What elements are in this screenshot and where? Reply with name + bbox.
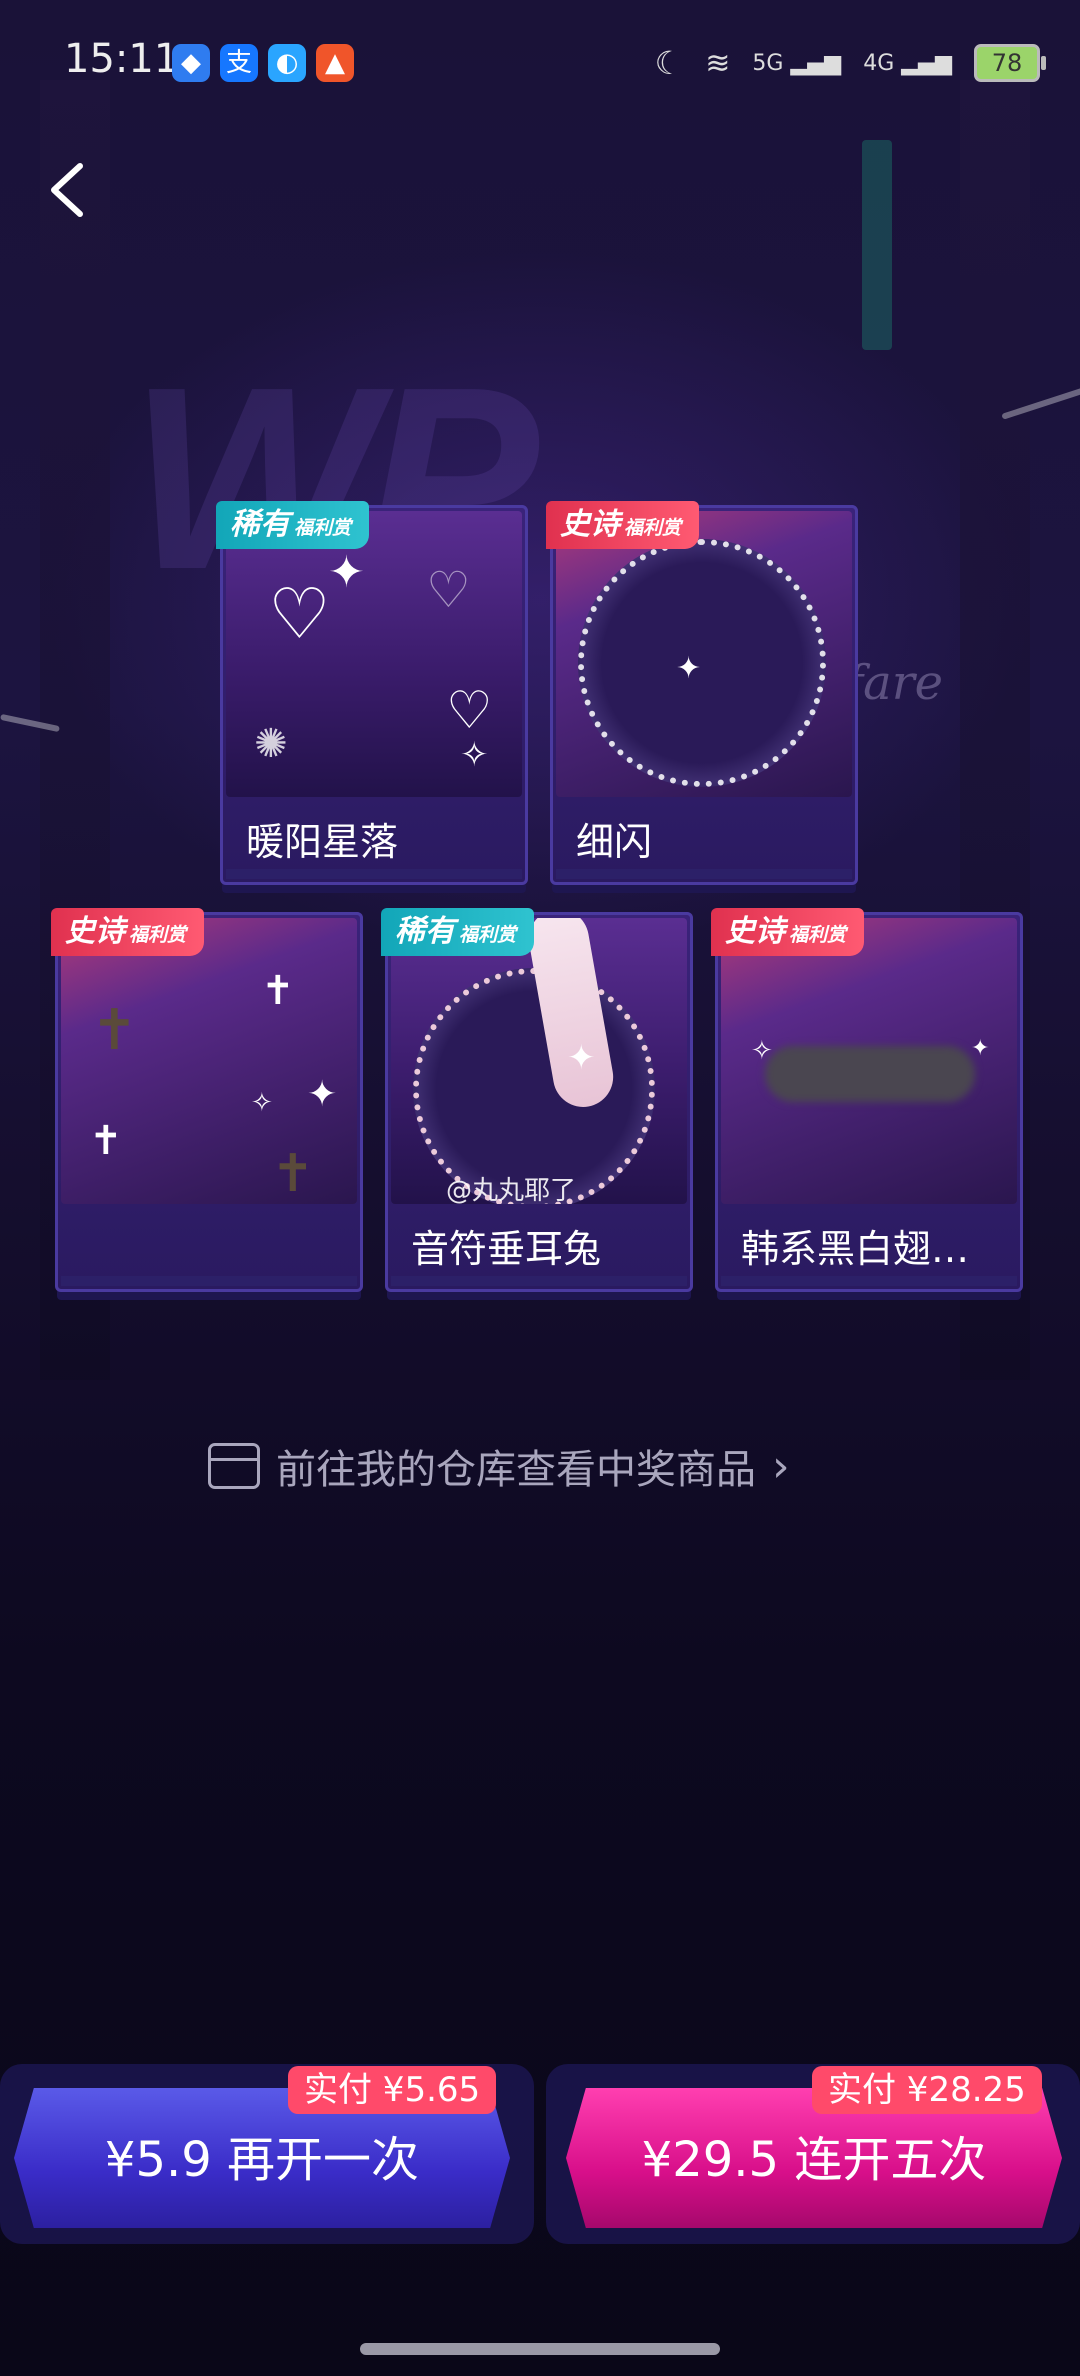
signal-4g: 4G ▂▄▆ <box>863 50 952 76</box>
star-sparkle-icon: ✦ <box>567 1038 596 1078</box>
prize-name: 细闪 <box>576 820 653 864</box>
prize-card[interactable]: ✝ ✝ ✝ ✝ ✦ ✧ 史诗 福利赏 <box>51 908 363 1292</box>
star-sparkle-icon: ✦ <box>676 651 702 686</box>
watermark: @丸丸耶了 <box>446 1176 577 1206</box>
star-sparkle-icon: ✦ <box>328 547 365 598</box>
star-sparkle-icon: ✧ <box>460 735 489 775</box>
heart-sparkle-icon: ♡ <box>268 573 331 655</box>
prize-card[interactable]: ♡ ✦ ♡ ♡ ✺ ✧ 稀有 福利赏 暖阳星落 <box>216 501 528 885</box>
prize-image: ✦ <box>391 918 687 1204</box>
blurred-prize <box>765 1046 975 1102</box>
moon-icon: ☾ <box>654 44 684 82</box>
star-sparkle-icon: ✦ <box>971 1036 990 1061</box>
warehouse-link[interactable]: 前往我的仓库查看中奖商品 › <box>208 1436 790 1496</box>
prize-card[interactable]: ✦ 稀有 福利赏 音符垂耳兔 <box>381 908 693 1292</box>
prize-image: ✧ ✦ <box>721 918 1017 1204</box>
prize-name: 音符垂耳兔 <box>411 1227 602 1271</box>
heart-sparkle-icon: ♡ <box>426 561 471 619</box>
rarity-tag: 稀有 福利赏 <box>216 501 370 549</box>
home-indicator[interactable] <box>360 2343 720 2355</box>
back-arrow-icon[interactable] <box>40 160 100 220</box>
prize-image: ✦ <box>556 511 852 797</box>
battery-indicator: 78 <box>974 44 1046 82</box>
rarity-tag: 稀有 福利赏 <box>381 908 535 956</box>
app-notification-icon: ◐ <box>268 44 306 82</box>
chevron-right-icon: › <box>772 1440 790 1492</box>
status-time: 15:11 <box>64 36 180 82</box>
rarity-tag: 史诗 福利赏 <box>546 501 700 549</box>
star-sparkle-icon: ✦ <box>307 1074 338 1115</box>
bunny-ring-icon <box>413 968 655 1204</box>
alipay-icon: 支 <box>220 44 258 82</box>
prize-card[interactable]: ✧ ✦ 史诗 福利赏 韩系黑白翅… <box>711 908 1023 1292</box>
neon-sign <box>862 140 892 350</box>
rarity-tag: 史诗 福利赏 <box>711 908 865 956</box>
burst-sparkle-icon: ✺ <box>254 721 288 767</box>
prize-image: ✝ ✝ ✝ ✝ ✦ ✧ <box>61 918 357 1204</box>
prize-card[interactable]: ✦ 史诗 福利赏 细闪 <box>546 501 858 885</box>
cross-icon: ✝ <box>271 1144 315 1204</box>
orb-sparkle-icon <box>578 539 826 787</box>
signal-5g: 5G ▂▄▆ <box>752 50 842 76</box>
heart-sparkle-icon: ♡ <box>446 681 493 741</box>
app-notification-icon: ◆ <box>172 44 210 82</box>
actual-pay-badge: 实付 ¥28.25 <box>812 2066 1042 2114</box>
prize-name: 韩系黑白翅… <box>741 1227 970 1271</box>
status-bar: 15:11 ◆ 支 ◐ ▲ ☾ ≋ 5G ▂▄▆ 4G ▂▄▆ 78 <box>0 0 1080 130</box>
rarity-tag: 史诗 福利赏 <box>51 908 205 956</box>
cross-icon: ✝ <box>89 1118 123 1164</box>
prize-name: 暖阳星落 <box>246 820 399 864</box>
actual-pay-badge: 实付 ¥5.65 <box>288 2066 497 2114</box>
cross-icon: ✝ <box>91 998 138 1063</box>
app-notification-icon: ▲ <box>316 44 354 82</box>
warehouse-link-text: 前往我的仓库查看中奖商品 <box>276 1447 756 1493</box>
prize-image: ♡ ✦ ♡ ♡ ✺ ✧ <box>226 511 522 797</box>
box-icon <box>208 1443 260 1489</box>
star-sparkle-icon: ✧ <box>251 1088 273 1118</box>
wifi-icon: ≋ <box>705 45 731 81</box>
cross-icon: ✝ <box>261 968 295 1014</box>
star-sparkle-icon: ✧ <box>751 1036 773 1066</box>
